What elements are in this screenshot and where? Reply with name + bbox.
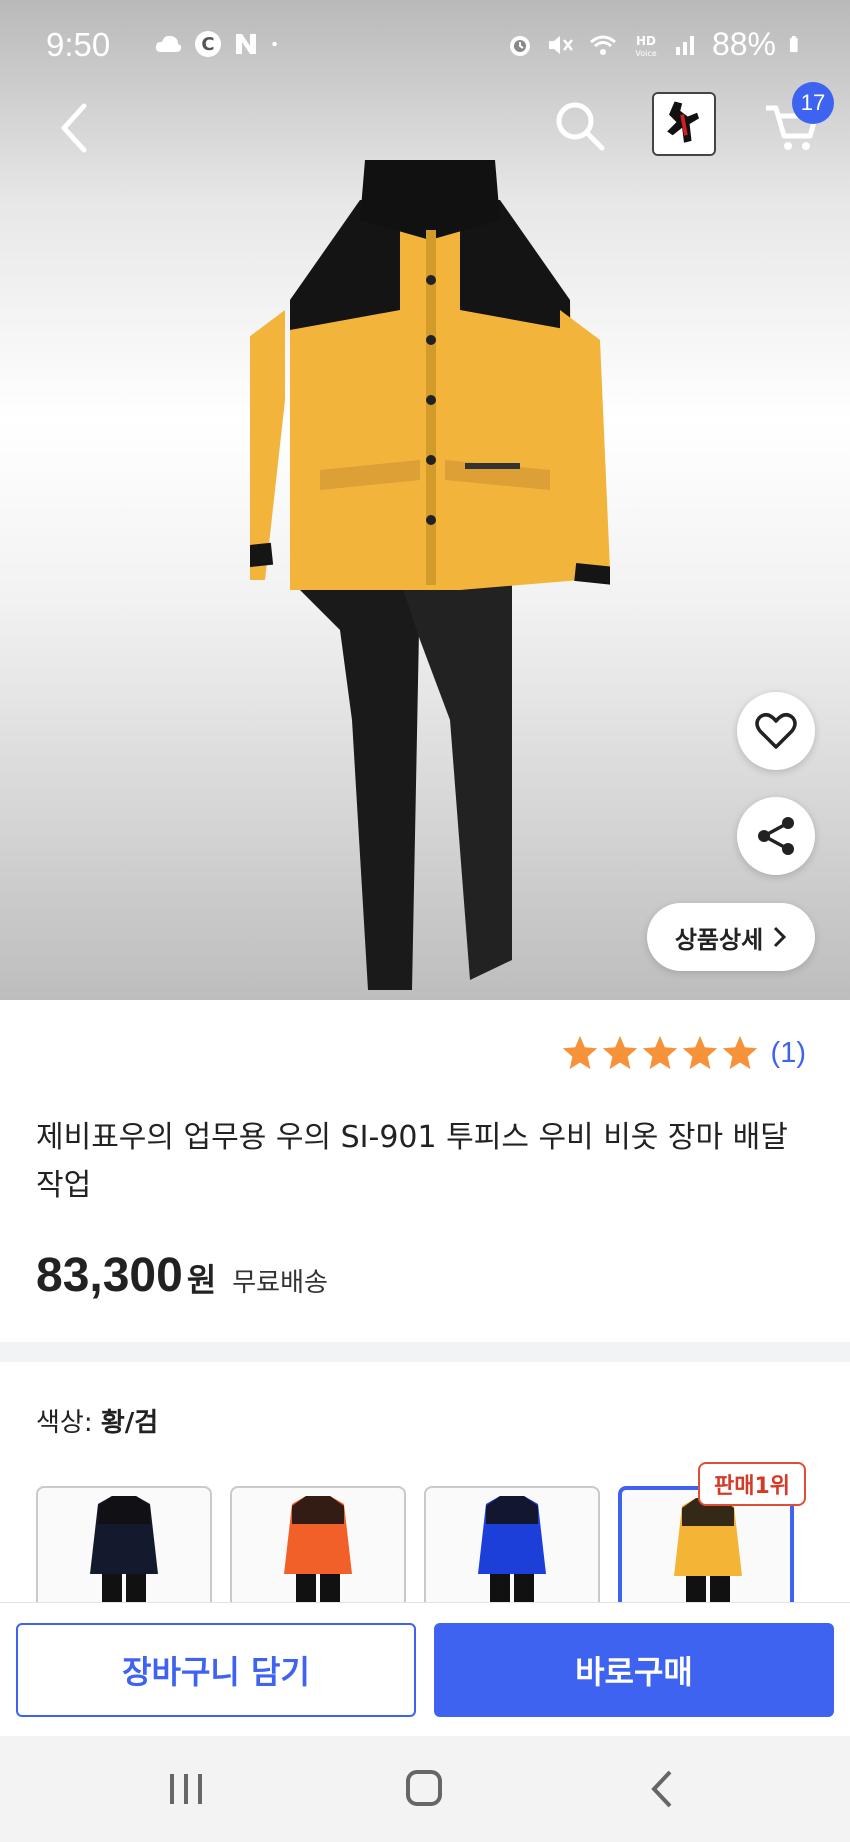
price-row: 83,300 원 무료배송 <box>36 1248 328 1303</box>
home-icon[interactable] <box>394 1764 454 1814</box>
bottom-action-bar: 장바구니 담기 바로구매 <box>0 1602 850 1736</box>
star-icon <box>602 1035 637 1070</box>
back-arrow-icon[interactable] <box>50 100 100 156</box>
hd-voice-icon: HDVoice <box>635 34 656 58</box>
color-label-text: 색상: <box>36 1408 93 1438</box>
chevron-right-icon <box>774 926 787 948</box>
dot-icon <box>272 41 277 47</box>
status-right-icons: HD Voice 88% <box>506 26 806 63</box>
color-swatch-blue[interactable] <box>424 1486 600 1602</box>
status-time: 9:50 <box>46 26 111 63</box>
system-nav-bar <box>0 1736 850 1842</box>
product-detail-button[interactable]: 상품상세 <box>647 903 815 971</box>
svg-text:C: C <box>201 34 214 55</box>
swatch-jacket-image <box>674 1498 742 1602</box>
product-info: (1) 제비표우의 업무용 우의 SI-901 투피스 우비 비옷 장마 배달 … <box>0 1000 850 1342</box>
add-to-cart-button[interactable]: 장바구니 담기 <box>16 1623 416 1717</box>
product-detail-label: 상품상세 <box>674 925 764 954</box>
section-divider <box>0 1342 850 1362</box>
selected-color: 황/검 <box>100 1408 159 1438</box>
star-icon <box>682 1035 717 1070</box>
cloud-icon <box>155 35 182 52</box>
svg-text:HD: HD <box>636 34 656 48</box>
color-swatch-orange[interactable] <box>230 1486 406 1602</box>
buy-now-button[interactable]: 바로구매 <box>434 1623 834 1717</box>
system-back-icon[interactable] <box>634 1764 694 1814</box>
search-icon[interactable] <box>552 98 608 154</box>
product-hero: 9:50 C HD Voice 88% 17 상품상세 <box>0 0 850 1000</box>
c-badge-icon: C <box>195 31 221 57</box>
battery-percent: 88% <box>711 26 776 62</box>
product-title: 제비표우의 업무용 우의 SI-901 투피스 우비 비옷 장마 배달 작업 <box>36 1120 788 1203</box>
swatch-jacket-image <box>284 1496 352 1602</box>
battery-icon <box>789 35 798 52</box>
share-button[interactable] <box>737 797 815 875</box>
color-label: 색상: 황/검 <box>36 1402 158 1439</box>
star-icon <box>642 1035 677 1070</box>
color-options: 색상: 황/검 판매1위 <box>0 1362 850 1602</box>
recent-apps-icon[interactable] <box>156 1764 216 1814</box>
product-page: 9:50 C HD Voice 88% 17 상품상세 (1) 제비표우의 업무… <box>0 0 850 1842</box>
cart-count-badge: 17 <box>792 82 834 124</box>
price: 83,300 <box>36 1249 183 1302</box>
best-seller-badge: 판매1위 <box>698 1462 806 1506</box>
n-logo-icon <box>236 34 256 54</box>
status-left-icons: C <box>152 30 286 58</box>
wifi-icon <box>589 35 616 55</box>
shipping-label: 무료배송 <box>232 1268 328 1298</box>
status-bar: 9:50 C HD Voice 88% <box>0 0 850 90</box>
star-icon <box>722 1035 757 1070</box>
swatch-list <box>36 1486 794 1602</box>
mute-icon <box>548 35 573 54</box>
signal-icon <box>675 35 694 55</box>
top-nav: 17 <box>0 82 850 162</box>
brand-logo-thumbnail[interactable] <box>652 92 716 156</box>
svg-text:Voice: Voice <box>635 49 656 58</box>
share-icon <box>758 817 794 855</box>
wishlist-button[interactable] <box>737 692 815 770</box>
product-image <box>250 160 610 990</box>
color-swatch-navy[interactable] <box>36 1486 212 1602</box>
review-count[interactable]: (1) <box>771 1037 806 1070</box>
heart-icon <box>755 713 797 749</box>
swatch-jacket-image <box>478 1496 546 1602</box>
price-unit: 원 <box>186 1261 217 1299</box>
alarm-icon <box>509 35 530 56</box>
brand-mascot-icon <box>654 94 714 154</box>
rating[interactable]: (1) <box>561 1034 806 1072</box>
swatch-jacket-image <box>90 1496 158 1602</box>
star-icon <box>562 1035 597 1070</box>
